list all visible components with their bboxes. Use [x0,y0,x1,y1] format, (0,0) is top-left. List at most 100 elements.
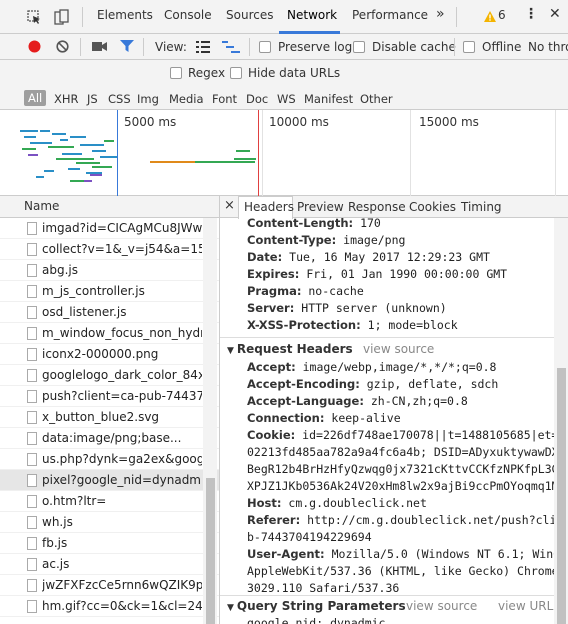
tab-headers[interactable]: Headers [244,200,294,214]
request-row[interactable]: o.htm?ltr= [0,491,219,512]
regex-checkbox[interactable] [170,67,182,79]
device-toolbar-icon[interactable] [54,9,70,25]
header-line: User-Agent: Mozilla/5.0 (Windows NT 6.1;… [247,547,568,561]
offline-checkbox[interactable] [463,41,475,53]
header-line: Cookie: id=226df748ae170078||t=148810568… [247,428,568,442]
filter-doc[interactable]: Doc [246,92,268,106]
request-row[interactable]: m_window_focus_non_hydra.js [0,323,219,344]
request-row[interactable]: fb.js [0,533,219,554]
filter-funnel-icon[interactable] [120,40,134,53]
header-line: Content-Type: image/png [247,233,405,247]
close-detail-icon[interactable]: × [224,198,235,213]
file-icon [27,558,37,571]
header-value: 02213fd485aa782a9a4fc6a4b; DSID=ADyxukty… [247,445,568,459]
request-name: push?client=ca-pub-74437041 [42,389,202,403]
tab-preview[interactable]: Preview [297,200,344,214]
filter-css[interactable]: CSS [108,92,131,106]
tab-elements[interactable]: Elements [97,8,153,22]
request-row[interactable]: imgad?id=CICAgMCu8JWwtw [0,218,219,239]
request-name: imgad?id=CICAgMCu8JWwtw [42,221,202,235]
filter-media[interactable]: Media [169,92,204,106]
filter-manifest[interactable]: Manifest [304,92,353,106]
header-value: 3029.110 Safari/537.36 [247,581,400,595]
more-tabs-icon[interactable]: » [436,6,445,22]
preserve-log-checkbox[interactable] [259,41,271,53]
request-row[interactable]: jwZFXFzcCe5rnn6wQZIK9ppSZ [0,575,219,596]
preserve-log-label[interactable]: Preserve log [278,40,352,54]
header-key: Expires: [247,267,300,281]
request-row[interactable]: osd_listener.js [0,302,219,323]
header-line: Content-Length: 170 [247,218,381,230]
query-string-section[interactable]: ▼ Query String Parameters [227,599,406,613]
header-value: 170 [360,218,381,230]
inspect-element-icon[interactable] [27,10,41,24]
request-name: m_js_controller.js [42,284,145,298]
tab-performance[interactable]: Performance [352,8,428,22]
view-label: View: [155,40,187,54]
request-row[interactable]: pixel?google_nid=dynadmic& [0,470,219,491]
warning-count[interactable]: 6 [498,8,506,22]
request-headers-section[interactable]: ▼ Request Headers [227,342,353,356]
request-row[interactable]: m_js_controller.js [0,281,219,302]
waterfall-view-icon[interactable] [222,41,240,53]
header-value: HTTP server (unknown) [301,301,447,315]
request-row[interactable]: hm.gif?cc=0&ck=1&cl=24-bit [0,596,219,617]
file-icon [27,579,37,592]
request-row[interactable]: data:image/png;base... [0,428,219,449]
record-icon[interactable] [28,40,41,53]
headers-detail-pane: Content-Length: 170 Content-Type: image/p… [220,218,568,624]
regex-label[interactable]: Regex [188,66,225,80]
tab-response[interactable]: Response [348,200,406,214]
file-icon [27,600,37,613]
request-list-scrollbar[interactable] [203,218,217,624]
request-row[interactable]: wh.js [0,512,219,533]
offline-label[interactable]: Offline [482,40,521,54]
header-key: Connection: [247,411,325,425]
file-icon [27,369,37,382]
request-row[interactable]: push?client=ca-pub-74437041 [0,386,219,407]
tab-sources[interactable]: Sources [226,8,273,22]
request-row[interactable]: us.php?dynk=ga2ex&google_ [0,449,219,470]
menu-kebab-icon[interactable]: ⋮ [524,6,538,22]
detail-scrollbar[interactable] [554,218,568,624]
view-source-link-query[interactable]: view source [406,599,477,613]
disable-cache-checkbox[interactable] [353,41,365,53]
name-column-header[interactable]: Name [24,199,59,213]
devtools-toolbar: Elements Console Sources Network Perform… [0,0,568,34]
throttling-select[interactable]: No thro [528,40,568,54]
disable-cache-label[interactable]: Disable cache [372,40,456,54]
filter-img[interactable]: Img [137,92,159,106]
large-rows-icon[interactable] [196,41,210,53]
tab-timing[interactable]: Timing [461,200,502,214]
request-row[interactable]: x_button_blue2.svg [0,407,219,428]
header-line: Referer: http://cm.g.doubleclick.net/pus… [247,513,568,527]
filter-other[interactable]: Other [360,92,393,106]
file-icon [27,537,37,550]
close-devtools-icon[interactable]: ✕ [549,6,561,22]
screenshot-camera-icon[interactable] [92,41,107,52]
request-row[interactable]: iconx2-000000.png [0,344,219,365]
tab-console[interactable]: Console [164,8,212,22]
request-row[interactable]: collect?v=1&_v=j54&a=15129 [0,239,219,260]
request-row[interactable]: abg.js [0,260,219,281]
filter-xhr[interactable]: XHR [54,92,79,106]
query-param: google_nid: dynadmic [247,616,386,624]
view-source-link[interactable]: view source [363,342,434,356]
filter-font[interactable]: Font [212,92,237,106]
request-row[interactable]: ac.js [0,554,219,575]
hide-data-urls-checkbox[interactable] [230,67,242,79]
warning-icon[interactable] [484,11,496,22]
clear-icon[interactable] [56,40,69,53]
tab-network[interactable]: Network [287,8,337,22]
filter-all[interactable]: All [24,90,47,106]
request-name: x_button_blue2.svg [42,410,160,424]
tab-cookies[interactable]: Cookies [409,200,456,214]
request-name: googlelogo_dark_color_84x28 [42,368,202,382]
filter-js[interactable]: JS [87,92,98,106]
hide-data-urls-label[interactable]: Hide data URLs [248,66,340,80]
request-row[interactable]: googlelogo_dark_color_84x28 [0,365,219,386]
resource-type-filters: All XHR JS CSS Img Media Font Doc WS Man… [0,88,568,110]
filter-ws[interactable]: WS [277,92,296,106]
header-key: Pragma: [247,284,302,298]
header-line: Pragma: no-cache [247,284,364,298]
